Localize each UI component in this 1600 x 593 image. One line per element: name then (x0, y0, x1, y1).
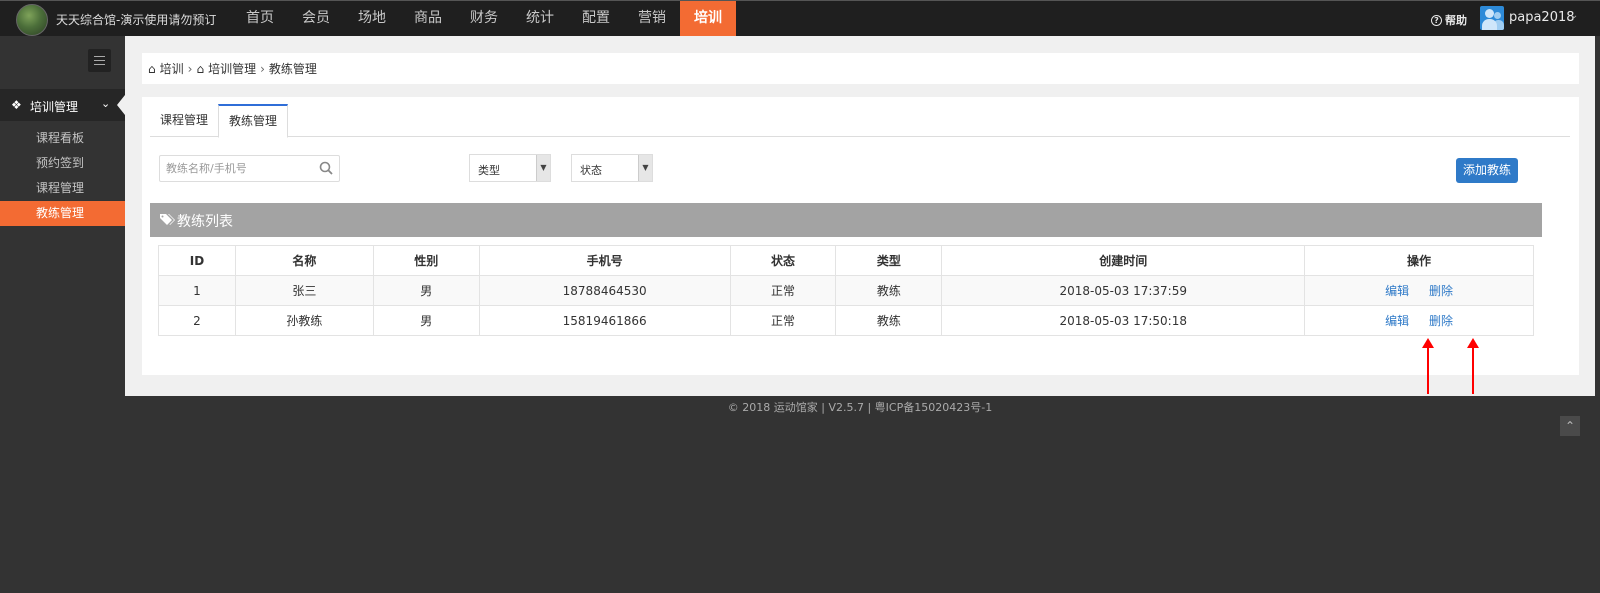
column-header[interactable]: 性别 (372, 245, 480, 276)
venue-logo[interactable] (16, 4, 48, 36)
tags-icon (160, 214, 175, 225)
chevron-down-icon[interactable]: ⌄ (1570, 10, 1578, 21)
cell-name: 张三 (234, 275, 374, 306)
annotation-arrow-delete (1467, 338, 1479, 394)
cell-type: 教练 (835, 305, 943, 336)
cell-name: 孙教练 (234, 305, 374, 336)
breadcrumb-current: 教练管理 (268, 62, 317, 76)
search-input[interactable] (160, 156, 310, 181)
cell-id: 1 (158, 275, 236, 306)
cell-actions: 编辑 删除 (1304, 275, 1534, 306)
sidebar-item-coach-management[interactable]: 教练管理 (0, 201, 125, 226)
table-row: 1 张三 男 18788464530 正常 教练 2018-05-03 17:3… (158, 275, 1534, 306)
nav-finance[interactable]: 财务 (456, 1, 512, 36)
nav-config[interactable]: 配置 (568, 1, 624, 36)
nav-statistics[interactable]: 统计 (512, 1, 568, 36)
tab-coach-management[interactable]: 教练管理 (218, 104, 289, 138)
add-coach-button[interactable]: 添加教练 (1456, 158, 1518, 183)
breadcrumb-item[interactable]: 培训 (160, 60, 184, 77)
coach-table: ID 名称 性别 手机号 状态 类型 创建时间 操作 1 张三 男 187884… (158, 245, 1534, 336)
help-label: 帮助 (1445, 14, 1467, 27)
scroll-to-top-icon[interactable]: ⌃ (1560, 416, 1580, 436)
cell-created: 2018-05-03 17:37:59 (941, 275, 1306, 306)
delete-link[interactable]: 删除 (1429, 284, 1453, 298)
status-select[interactable]: 状态 ▼ (571, 154, 653, 182)
app-title: 天天综合馆-演示使用请勿预订 (56, 13, 217, 27)
top-navbar: 天天综合馆-演示使用请勿预订 首页 会员 场地 商品 财务 统计 配置 营销 培… (0, 0, 1600, 36)
delete-link[interactable]: 删除 (1429, 314, 1453, 328)
sidebar-section-label: 培训管理 (30, 100, 79, 114)
edit-link[interactable]: 编辑 (1385, 284, 1409, 298)
breadcrumb-item[interactable]: 培训管理 (208, 60, 256, 77)
sidebar-active-notch (117, 95, 125, 115)
cubes-icon: ❖ (11, 98, 22, 112)
table-header-row: ID 名称 性别 手机号 状态 类型 创建时间 操作 (158, 245, 1534, 276)
search-icon[interactable] (319, 161, 333, 175)
list-title: 教练列表 (177, 214, 233, 230)
sidebar: ❖ 培训管理 ⌄ 课程看板 预约签到 课程管理 教练管理 (0, 36, 125, 593)
annotation-arrow-edit (1422, 338, 1434, 394)
cell-gender: 男 (372, 275, 480, 306)
cell-gender: 男 (372, 305, 480, 336)
sidebar-item-course-board[interactable]: 课程看板 (0, 126, 125, 151)
breadcrumb: ⌂ 培训 › ⌂ 培训管理 › 教练管理 (142, 53, 1579, 84)
type-select-value: 类型 (478, 164, 500, 177)
chevron-down-icon: ⌄ (101, 97, 111, 110)
table-row: 2 孙教练 男 15819461866 正常 教练 2018-05-03 17:… (158, 305, 1534, 336)
user-avatar-icon[interactable] (1480, 6, 1504, 30)
column-header[interactable]: 手机号 (478, 245, 731, 276)
coach-panel: 课程管理 教练管理 类型 ▼ 状态 ▼ 添加教练 教练列表 (142, 97, 1579, 375)
nav-members[interactable]: 会员 (288, 1, 344, 36)
sidebar-item-booking-checkin[interactable]: 预约签到 (0, 151, 125, 176)
menu-toggle-icon[interactable] (88, 49, 111, 72)
main-nav: 首页 会员 场地 商品 财务 统计 配置 营销 培训 (232, 1, 736, 37)
cell-phone: 15819461866 (478, 305, 731, 336)
home-icon: ⌂ (196, 61, 205, 76)
home-icon: ⌂ (148, 61, 156, 76)
cell-actions: 编辑 删除 (1304, 305, 1534, 336)
cell-type: 教练 (835, 275, 943, 306)
status-select-value: 状态 (580, 164, 602, 177)
username[interactable]: papa2018 (1509, 10, 1575, 25)
column-header[interactable]: 状态 (729, 245, 837, 276)
column-header: 操作 (1304, 245, 1534, 276)
chevron-down-icon: ▼ (638, 155, 652, 181)
column-header[interactable]: 名称 (234, 245, 374, 276)
sidebar-item-course-management[interactable]: 课程管理 (0, 176, 125, 201)
column-header[interactable]: 创建时间 (941, 245, 1306, 276)
search-box (159, 155, 340, 182)
cell-phone: 18788464530 (478, 275, 731, 306)
footer-text: © 2018 运动馆家 | V2.5.7 | 粤ICP备15020423号-1 (727, 401, 993, 414)
nav-products[interactable]: 商品 (400, 1, 456, 36)
breadcrumb-separator: › (187, 61, 193, 76)
list-header: 教练列表 (150, 203, 1542, 237)
nav-home[interactable]: 首页 (232, 1, 288, 36)
chevron-down-icon: ▼ (536, 155, 550, 181)
sidebar-section-training[interactable]: ❖ 培训管理 ⌄ (0, 89, 125, 121)
column-header[interactable]: ID (158, 245, 236, 276)
nav-venues[interactable]: 场地 (344, 1, 400, 36)
cell-created: 2018-05-03 17:50:18 (941, 305, 1306, 336)
tab-bar: 课程管理 教练管理 (150, 104, 1570, 138)
edit-link[interactable]: 编辑 (1385, 314, 1409, 328)
help-link[interactable]: ? 帮助 (1431, 12, 1467, 28)
nav-marketing[interactable]: 营销 (624, 1, 680, 36)
cell-status: 正常 (729, 305, 837, 336)
nav-training[interactable]: 培训 (680, 1, 736, 36)
type-select[interactable]: 类型 ▼ (469, 154, 551, 182)
main-content: ⌂ 培训 › ⌂ 培训管理 › 教练管理 课程管理 教练管理 类型 ▼ 状态 ▼… (125, 36, 1595, 396)
question-circle-icon: ? (1431, 14, 1442, 26)
tab-course-management[interactable]: 课程管理 (150, 104, 218, 137)
column-header[interactable]: 类型 (835, 245, 943, 276)
cell-status: 正常 (729, 275, 837, 306)
cell-id: 2 (158, 305, 236, 336)
breadcrumb-separator: › (260, 61, 265, 76)
